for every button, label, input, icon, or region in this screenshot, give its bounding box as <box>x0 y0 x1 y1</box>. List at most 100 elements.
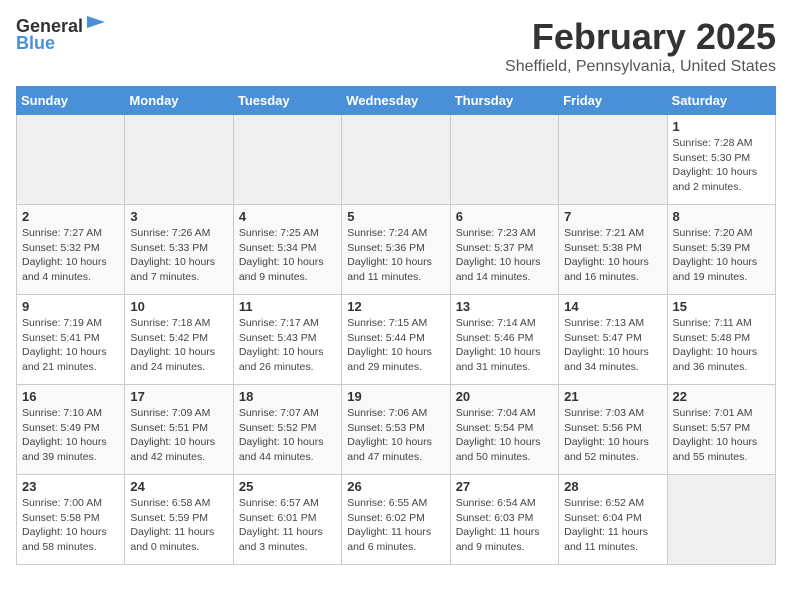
day-info: Sunrise: 6:58 AM Sunset: 5:59 PM Dayligh… <box>130 496 227 555</box>
calendar-cell <box>233 115 341 205</box>
weekday-header-thursday: Thursday <box>450 87 558 115</box>
day-info: Sunrise: 7:11 AM Sunset: 5:48 PM Dayligh… <box>673 316 770 375</box>
day-number: 26 <box>347 479 444 494</box>
logo-flag-icon <box>85 14 107 36</box>
calendar-title: February 2025 <box>505 16 776 58</box>
calendar-cell <box>667 475 775 565</box>
day-number: 20 <box>456 389 553 404</box>
day-number: 19 <box>347 389 444 404</box>
day-info: Sunrise: 7:06 AM Sunset: 5:53 PM Dayligh… <box>347 406 444 465</box>
calendar-cell: 4 Sunrise: 7:25 AM Sunset: 5:34 PM Daylig… <box>233 205 341 295</box>
weekday-header-wednesday: Wednesday <box>342 87 450 115</box>
calendar-cell: 27 Sunrise: 6:54 AM Sunset: 6:03 PM Dayli… <box>450 475 558 565</box>
calendar-cell: 1 Sunrise: 7:28 AM Sunset: 5:30 PM Daylig… <box>667 115 775 205</box>
day-info: Sunrise: 7:03 AM Sunset: 5:56 PM Dayligh… <box>564 406 661 465</box>
day-info: Sunrise: 7:26 AM Sunset: 5:33 PM Dayligh… <box>130 226 227 285</box>
day-number: 28 <box>564 479 661 494</box>
calendar-cell: 28 Sunrise: 6:52 AM Sunset: 6:04 PM Dayli… <box>559 475 667 565</box>
calendar-cell: 17Sunrise: 7:09 AM Sunset: 5:51 PM Dayli… <box>125 385 233 475</box>
calendar-cell <box>125 115 233 205</box>
day-number: 3 <box>130 209 227 224</box>
calendar-cell: 15 Sunrise: 7:11 AM Sunset: 5:48 PM Dayli… <box>667 295 775 385</box>
calendar-cell: 21 Sunrise: 7:03 AM Sunset: 5:56 PM Dayli… <box>559 385 667 475</box>
day-info: Sunrise: 7:00 AM Sunset: 5:58 PM Dayligh… <box>22 496 119 555</box>
weekday-header-sunday: Sunday <box>17 87 125 115</box>
calendar-cell: 25 Sunrise: 6:57 AM Sunset: 6:01 PM Dayli… <box>233 475 341 565</box>
day-number: 24 <box>130 479 227 494</box>
calendar-cell <box>450 115 558 205</box>
calendar-cell: 19 Sunrise: 7:06 AM Sunset: 5:53 PM Dayli… <box>342 385 450 475</box>
day-info: Sunrise: 7:09 AM Sunset: 5:51 PM Dayligh… <box>130 406 227 465</box>
day-number: 11 <box>239 299 336 314</box>
week-row-3: 9 Sunrise: 7:19 AM Sunset: 5:41 PM Daylig… <box>17 295 776 385</box>
day-number: 6 <box>456 209 553 224</box>
day-info: Sunrise: 7:25 AM Sunset: 5:34 PM Dayligh… <box>239 226 336 285</box>
calendar-cell: 22 Sunrise: 7:01 AM Sunset: 5:57 PM Dayli… <box>667 385 775 475</box>
day-number: 22 <box>673 389 770 404</box>
day-number: 9 <box>22 299 119 314</box>
week-row-2: 2 Sunrise: 7:27 AM Sunset: 5:32 PM Daylig… <box>17 205 776 295</box>
day-number: 2 <box>22 209 119 224</box>
day-info: Sunrise: 7:21 AM Sunset: 5:38 PM Dayligh… <box>564 226 661 285</box>
calendar-cell: 23Sunrise: 7:00 AM Sunset: 5:58 PM Dayli… <box>17 475 125 565</box>
day-info: Sunrise: 7:14 AM Sunset: 5:46 PM Dayligh… <box>456 316 553 375</box>
day-info: Sunrise: 7:23 AM Sunset: 5:37 PM Dayligh… <box>456 226 553 285</box>
calendar-cell: 14 Sunrise: 7:13 AM Sunset: 5:47 PM Dayli… <box>559 295 667 385</box>
day-info: Sunrise: 7:13 AM Sunset: 5:47 PM Dayligh… <box>564 316 661 375</box>
day-info: Sunrise: 6:52 AM Sunset: 6:04 PM Dayligh… <box>564 496 661 555</box>
day-number: 25 <box>239 479 336 494</box>
day-info: Sunrise: 7:24 AM Sunset: 5:36 PM Dayligh… <box>347 226 444 285</box>
day-info: Sunrise: 6:57 AM Sunset: 6:01 PM Dayligh… <box>239 496 336 555</box>
calendar-cell: 12Sunrise: 7:15 AM Sunset: 5:44 PM Dayli… <box>342 295 450 385</box>
day-number: 10 <box>130 299 227 314</box>
day-number: 4 <box>239 209 336 224</box>
calendar-cell <box>342 115 450 205</box>
calendar-cell <box>17 115 125 205</box>
calendar-cell: 24 Sunrise: 6:58 AM Sunset: 5:59 PM Dayli… <box>125 475 233 565</box>
day-number: 7 <box>564 209 661 224</box>
day-info: Sunrise: 7:18 AM Sunset: 5:42 PM Dayligh… <box>130 316 227 375</box>
weekday-header-tuesday: Tuesday <box>233 87 341 115</box>
calendar-cell: 10 Sunrise: 7:18 AM Sunset: 5:42 PM Dayli… <box>125 295 233 385</box>
calendar-cell: 11Sunrise: 7:17 AM Sunset: 5:43 PM Dayli… <box>233 295 341 385</box>
calendar-cell: 6 Sunrise: 7:23 AM Sunset: 5:37 PM Daylig… <box>450 205 558 295</box>
day-info: Sunrise: 7:15 AM Sunset: 5:44 PM Dayligh… <box>347 316 444 375</box>
title-section: February 2025 Sheffield, Pennsylvania, U… <box>505 16 776 76</box>
calendar-cell: 9 Sunrise: 7:19 AM Sunset: 5:41 PM Daylig… <box>17 295 125 385</box>
day-number: 1 <box>673 119 770 134</box>
day-number: 18 <box>239 389 336 404</box>
day-info: Sunrise: 7:19 AM Sunset: 5:41 PM Dayligh… <box>22 316 119 375</box>
calendar-subtitle: Sheffield, Pennsylvania, United States <box>505 58 776 76</box>
week-row-4: 16Sunrise: 7:10 AM Sunset: 5:49 PM Dayli… <box>17 385 776 475</box>
day-info: Sunrise: 7:27 AM Sunset: 5:32 PM Dayligh… <box>22 226 119 285</box>
calendar-cell: 20 Sunrise: 7:04 AM Sunset: 5:54 PM Dayli… <box>450 385 558 475</box>
day-info: Sunrise: 7:20 AM Sunset: 5:39 PM Dayligh… <box>673 226 770 285</box>
day-number: 16 <box>22 389 119 404</box>
calendar-cell: 3 Sunrise: 7:26 AM Sunset: 5:33 PM Daylig… <box>125 205 233 295</box>
weekday-header-friday: Friday <box>559 87 667 115</box>
week-row-5: 23Sunrise: 7:00 AM Sunset: 5:58 PM Dayli… <box>17 475 776 565</box>
calendar-table: SundayMondayTuesdayWednesdayThursdayFrid… <box>16 86 776 565</box>
calendar-cell: 18 Sunrise: 7:07 AM Sunset: 5:52 PM Dayli… <box>233 385 341 475</box>
day-info: Sunrise: 7:07 AM Sunset: 5:52 PM Dayligh… <box>239 406 336 465</box>
day-info: Sunrise: 6:54 AM Sunset: 6:03 PM Dayligh… <box>456 496 553 555</box>
day-info: Sunrise: 7:01 AM Sunset: 5:57 PM Dayligh… <box>673 406 770 465</box>
calendar-cell: 26 Sunrise: 6:55 AM Sunset: 6:02 PM Dayli… <box>342 475 450 565</box>
week-row-1: 1 Sunrise: 7:28 AM Sunset: 5:30 PM Daylig… <box>17 115 776 205</box>
day-number: 15 <box>673 299 770 314</box>
day-info: Sunrise: 6:55 AM Sunset: 6:02 PM Dayligh… <box>347 496 444 555</box>
calendar-cell: 13 Sunrise: 7:14 AM Sunset: 5:46 PM Dayli… <box>450 295 558 385</box>
day-info: Sunrise: 7:28 AM Sunset: 5:30 PM Dayligh… <box>673 136 770 195</box>
day-number: 13 <box>456 299 553 314</box>
header: General Blue February 2025 Sheffield, Pe… <box>16 16 776 76</box>
day-number: 27 <box>456 479 553 494</box>
calendar-cell: 5Sunrise: 7:24 AM Sunset: 5:36 PM Daylig… <box>342 205 450 295</box>
day-number: 14 <box>564 299 661 314</box>
calendar-cell: 8 Sunrise: 7:20 AM Sunset: 5:39 PM Daylig… <box>667 205 775 295</box>
weekday-header-row: SundayMondayTuesdayWednesdayThursdayFrid… <box>17 87 776 115</box>
day-info: Sunrise: 7:04 AM Sunset: 5:54 PM Dayligh… <box>456 406 553 465</box>
day-number: 21 <box>564 389 661 404</box>
logo: General Blue <box>16 16 107 54</box>
day-number: 8 <box>673 209 770 224</box>
calendar-cell: 7 Sunrise: 7:21 AM Sunset: 5:38 PM Daylig… <box>559 205 667 295</box>
